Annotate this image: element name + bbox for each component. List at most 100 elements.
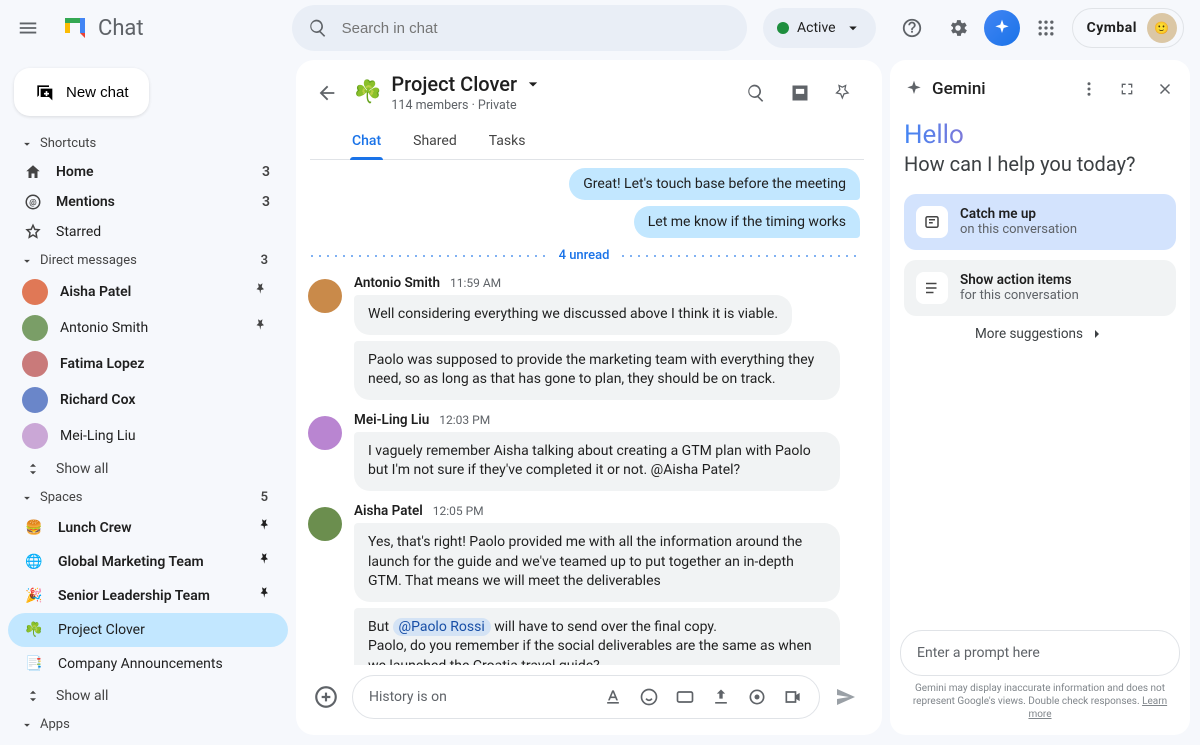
gemini-header: Gemini — [890, 68, 1190, 116]
search-bar[interactable] — [292, 5, 747, 51]
shortcut-starred[interactable]: Starred — [8, 217, 288, 247]
shortcut-count: 3 — [262, 164, 270, 180]
dm-item[interactable]: Aisha Patel — [8, 274, 288, 310]
new-chat-icon — [34, 82, 54, 102]
present-icon — [790, 83, 810, 103]
dm-item[interactable]: Antonio Smith — [8, 310, 288, 346]
space-header: ☘️ Project Clover 114 members · Private … — [296, 60, 882, 160]
upload-icon — [711, 687, 731, 707]
upload-button[interactable] — [705, 681, 737, 713]
app-logo: Chat — [60, 13, 144, 43]
shortcut-home[interactable]: Home 3 — [8, 157, 288, 187]
new-chat-button[interactable]: New chat — [14, 68, 149, 116]
incoming-message[interactable]: Paolo was supposed to provide the market… — [354, 341, 840, 400]
svg-text:@: @ — [29, 198, 37, 208]
settings-button[interactable] — [938, 8, 978, 48]
outgoing-message[interactable]: Let me know if the timing works — [634, 206, 860, 238]
mention-chip[interactable]: @Paolo Rossi — [393, 618, 491, 636]
dms-show-all[interactable]: Show all — [8, 454, 288, 484]
gemini-expand-button[interactable] — [1112, 74, 1142, 104]
caret-down-icon — [20, 491, 34, 505]
space-title[interactable]: Project Clover — [391, 72, 517, 96]
plus-circle-icon — [313, 684, 339, 710]
dms-count: 3 — [261, 253, 268, 268]
dm-avatar — [22, 387, 48, 413]
chevron-down-icon[interactable] — [523, 74, 543, 94]
emoji-button[interactable] — [633, 681, 665, 713]
video-button[interactable] — [777, 681, 809, 713]
gemini-suggestion[interactable]: Show action items for this conversation — [904, 260, 1176, 316]
spaces-count: 5 — [261, 490, 268, 505]
status-selector[interactable]: Active — [763, 8, 876, 48]
gemini-close-button[interactable] — [1150, 74, 1180, 104]
shortcut-icon — [22, 223, 44, 241]
space-item[interactable]: 🌐 Global Marketing Team — [8, 545, 288, 579]
tab-shared[interactable]: Shared — [411, 125, 459, 159]
space-name: Project Clover — [58, 622, 145, 638]
search-icon — [746, 83, 766, 103]
search-input[interactable] — [340, 19, 731, 38]
tab-tasks[interactable]: Tasks — [487, 125, 528, 159]
show-all-label: Show all — [56, 461, 108, 477]
apps-launcher-button[interactable] — [1026, 8, 1066, 48]
incoming-message[interactable]: Well considering everything we discussed… — [354, 295, 792, 335]
record-button[interactable] — [741, 681, 773, 713]
message-list[interactable]: Great! Let's touch base before the meeti… — [296, 160, 882, 665]
back-button[interactable] — [310, 76, 344, 110]
header-search-button[interactable] — [736, 73, 776, 113]
section-spaces[interactable]: Spaces 5 — [8, 484, 288, 511]
outgoing-message[interactable]: Great! Let's touch base before the meeti… — [569, 168, 860, 200]
space-name: Lunch Crew — [58, 520, 132, 536]
dm-item[interactable]: Fatima Lopez — [8, 346, 288, 382]
record-icon — [747, 687, 767, 707]
gemini-more-suggestions[interactable]: More suggestions — [904, 326, 1176, 342]
incoming-message[interactable]: Yes, that's right! Paolo provided me wit… — [354, 523, 840, 602]
app-item[interactable]: ▲ Google Drive — [8, 738, 288, 745]
section-apps[interactable]: Apps — [8, 711, 288, 738]
main-menu-button[interactable] — [8, 8, 48, 48]
status-label: Active — [797, 20, 836, 36]
section-shortcuts[interactable]: Shortcuts — [8, 130, 288, 157]
pin-icon — [256, 517, 274, 539]
search-icon — [308, 18, 328, 38]
shortcut-mentions[interactable]: @ Mentions 3 — [8, 187, 288, 217]
space-item[interactable]: 📑 Company Announcements — [8, 647, 288, 681]
top-bar: Chat Active Cymbal 🙂 — [0, 0, 1200, 56]
message-time: 12:05 PM — [433, 504, 484, 518]
format-button[interactable] — [597, 681, 629, 713]
expand-icon — [1119, 81, 1135, 97]
account-switcher[interactable]: Cymbal 🙂 — [1072, 8, 1184, 48]
chat-logo-icon — [60, 13, 90, 43]
show-all-label: Show all — [56, 688, 108, 704]
section-direct-messages[interactable]: Direct messages 3 — [8, 247, 288, 274]
header-pin-button[interactable] — [824, 73, 864, 113]
space-item[interactable]: 🍔 Lunch Crew — [8, 511, 288, 545]
format-icon — [603, 687, 623, 707]
message-avatar — [308, 416, 342, 450]
shortcut-icon: @ — [22, 193, 44, 211]
gemini-prompt-input[interactable]: Enter a prompt here — [900, 630, 1180, 676]
tab-chat[interactable]: Chat — [350, 125, 383, 159]
composer-plus-button[interactable] — [310, 681, 342, 713]
app-name: Chat — [98, 16, 144, 41]
incoming-message[interactable]: I vaguely remember Aisha talking about c… — [354, 432, 840, 491]
send-button[interactable] — [830, 681, 862, 713]
incoming-message[interactable]: But @Paolo Rossi will have to send over … — [354, 608, 840, 665]
message-composer[interactable]: History is on — [352, 675, 820, 719]
spaces-show-all[interactable]: Show all — [8, 681, 288, 711]
dm-item[interactable]: Mei-Ling Liu — [8, 418, 288, 454]
gif-button[interactable] — [669, 681, 701, 713]
space-emoji-icon: 🍔 — [22, 516, 46, 540]
dm-name: Aisha Patel — [60, 284, 131, 300]
space-item[interactable]: 🎉 Senior Leadership Team — [8, 579, 288, 613]
gemini-top-button[interactable] — [984, 10, 1020, 46]
space-name: Company Announcements — [58, 656, 223, 672]
gemini-suggestion[interactable]: Catch me up on this conversation — [904, 194, 1176, 250]
header-present-button[interactable] — [780, 73, 820, 113]
help-button[interactable] — [892, 8, 932, 48]
space-name: Senior Leadership Team — [58, 588, 210, 604]
gemini-more-button[interactable] — [1074, 74, 1104, 104]
space-item[interactable]: ☘️ Project Clover — [8, 613, 288, 647]
space-emoji-icon: ☘️ — [22, 618, 46, 642]
dm-item[interactable]: Richard Cox — [8, 382, 288, 418]
